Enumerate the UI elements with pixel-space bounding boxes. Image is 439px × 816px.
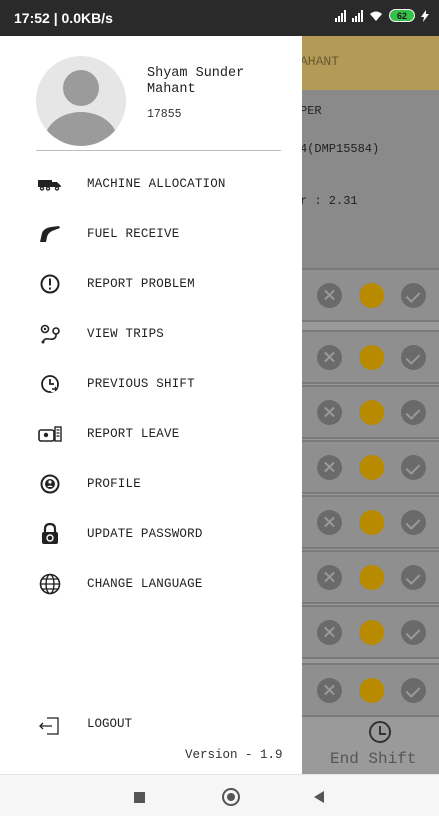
reject-icon (317, 678, 342, 703)
reject-icon (317, 620, 342, 645)
menu-item-label: PROFILE (87, 477, 141, 491)
user-id: 17855 (147, 108, 182, 121)
home-icon[interactable] (222, 788, 240, 806)
menu-item-label: VIEW TRIPS (87, 327, 165, 341)
logout-button[interactable]: LOGOUT (0, 708, 302, 744)
route-icon (38, 323, 62, 345)
check-icon (401, 455, 426, 480)
version-text: Version - 1.9 (185, 748, 283, 762)
check-icon (401, 283, 426, 308)
status-bar: 17:52 | 0.0KB/s 62 (0, 0, 439, 36)
logout-label: LOGOUT (87, 717, 133, 731)
pending-icon (359, 565, 384, 590)
bg-header-title: AHANT (300, 54, 340, 69)
leave-calendar-icon (38, 423, 62, 445)
menu-item-label: UPDATE PASSWORD (87, 527, 203, 541)
status-time: 17:52 | 0.0KB/s (14, 10, 113, 26)
pending-icon (359, 455, 384, 480)
menu-item-update-password[interactable]: UPDATE PASSWORD (0, 514, 302, 554)
system-nav-bar (0, 774, 439, 816)
reject-icon (317, 510, 342, 535)
menu-item-fuel-receive[interactable]: FUEL RECEIVE (0, 214, 302, 254)
status-icons: 62 (335, 9, 429, 22)
signal-icon-2 (352, 9, 363, 22)
menu-item-label: PREVIOUS SHIFT (87, 377, 195, 391)
back-icon[interactable] (314, 791, 324, 803)
menu-item-change-language[interactable]: CHANGE LANGUAGE (0, 564, 302, 604)
avatar-head (63, 70, 99, 106)
signal-icon (335, 9, 346, 22)
pending-icon (359, 620, 384, 645)
alert-circle-icon (38, 273, 62, 295)
menu-item-label: FUEL RECEIVE (87, 227, 180, 241)
fuel-nozzle-icon (38, 223, 62, 245)
charging-icon (421, 9, 429, 22)
menu-item-report-leave[interactable]: REPORT LEAVE (0, 414, 302, 454)
menu-item-machine-allocation[interactable]: MACHINE ALLOCATION (0, 164, 302, 204)
menu-item-profile[interactable]: PROFILE (0, 464, 302, 504)
check-icon (401, 565, 426, 590)
check-icon (401, 345, 426, 370)
wifi-icon (369, 10, 383, 22)
pending-icon (359, 283, 384, 308)
avatar[interactable] (36, 56, 126, 146)
reject-icon (317, 455, 342, 480)
menu-item-label: REPORT LEAVE (87, 427, 180, 441)
check-icon (401, 510, 426, 535)
truck-icon (38, 173, 62, 195)
drawer-divider (36, 150, 281, 151)
bg-info-line: r : 2.31 (300, 194, 358, 208)
clock-history-icon (38, 373, 62, 395)
menu-item-report-problem[interactable]: REPORT PROBLEM (0, 264, 302, 304)
end-shift-button: End Shift (302, 720, 439, 774)
pending-icon (359, 400, 384, 425)
end-shift-label: End Shift (330, 750, 417, 768)
menu-item-label: MACHINE ALLOCATION (87, 177, 226, 191)
profile-icon (38, 473, 62, 495)
check-icon (401, 678, 426, 703)
reject-icon (317, 345, 342, 370)
menu-item-previous-shift[interactable]: PREVIOUS SHIFT (0, 364, 302, 404)
reject-icon (317, 283, 342, 308)
avatar-body (44, 112, 118, 146)
pending-icon (359, 510, 384, 535)
check-icon (401, 400, 426, 425)
pending-icon (359, 678, 384, 703)
bg-info-line: PER (300, 104, 322, 118)
bg-info-line: 4(DMP15584) (300, 142, 380, 156)
menu-item-label: REPORT PROBLEM (87, 277, 195, 291)
pending-icon (359, 345, 384, 370)
user-name: Shyam Sunder Mahant (147, 66, 245, 97)
reject-icon (317, 400, 342, 425)
lock-icon (38, 523, 62, 545)
globe-icon (38, 573, 62, 595)
battery-icon: 62 (389, 9, 415, 22)
alarm-clock-icon (369, 721, 391, 743)
check-icon (401, 620, 426, 645)
reject-icon (317, 565, 342, 590)
menu-item-label: CHANGE LANGUAGE (87, 577, 203, 591)
menu-item-view-trips[interactable]: VIEW TRIPS (0, 314, 302, 354)
navigation-drawer: Shyam Sunder Mahant 17855 MACHINE ALLOCA… (0, 36, 302, 774)
recents-icon[interactable] (134, 792, 145, 803)
logout-icon (38, 717, 60, 735)
